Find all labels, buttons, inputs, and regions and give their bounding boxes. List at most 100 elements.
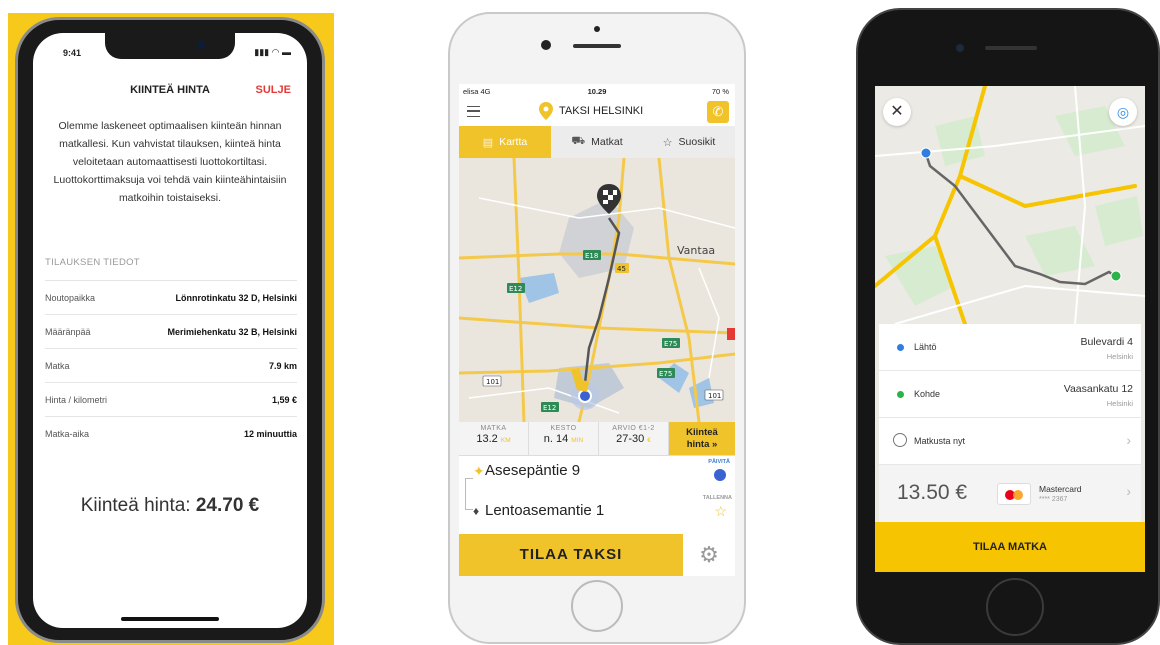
section-title: TILAUKSEN TIEDOT — [45, 257, 140, 268]
camera-icon — [541, 40, 551, 50]
detail-value: 7.9 km — [268, 360, 297, 371]
detail-label: Matka — [45, 360, 70, 371]
road-label-e12: E12 — [509, 285, 522, 293]
tab-label: Matkat — [591, 136, 623, 148]
tab-label: Suosikit — [678, 136, 716, 148]
chevron-right-icon: › — [1126, 432, 1131, 448]
tab-kartta[interactable]: ▤ Kartta — [459, 126, 551, 158]
destination-label: Kohde — [914, 389, 941, 399]
destination-dot-icon — [897, 391, 904, 398]
fixed-price-value: 24.70 € — [195, 495, 260, 516]
close-icon[interactable]: ✕ — [883, 98, 911, 126]
battery-label: 70 % — [711, 87, 729, 96]
save-label: TALLENNA — [702, 495, 732, 501]
fixed-price-button[interactable]: Kiinteä hinta » — [669, 422, 735, 455]
status-bar: elisa 4G 10.29 70 % — [459, 84, 735, 98]
location-pin-icon — [539, 102, 553, 120]
star-icon: ☆ — [662, 136, 673, 149]
wifi-icon: ◠ — [271, 47, 280, 57]
stat-label: MATKA — [480, 425, 507, 432]
phone1-screen: 9:41 ▮▮▮ ◠ ▬ KIINTEÄ HINTA SULJE Olemme … — [33, 33, 307, 628]
order-details-list: Noutopaikka Lönnrotinkatu 32 D, Helsinki … — [45, 280, 297, 450]
destination-pin-icon: ♦ — [473, 504, 480, 518]
route-map[interactable]: Vantaa E18 45 E12 E75 E75 101 101 E12 — [459, 158, 735, 422]
detail-value: 12 minuuttia — [243, 428, 297, 439]
signal-icon: ▮▮▮ — [254, 47, 270, 57]
stat-unit: KM — [500, 437, 511, 444]
stat-value: 13.2 — [476, 433, 498, 445]
route-map[interactable] — [875, 86, 1145, 324]
detail-row-distance: Matka 7.9 km — [45, 348, 297, 382]
road-label-e75-2: E75 — [659, 370, 672, 378]
detail-label: Noutopaikka — [45, 292, 96, 303]
route-addresses: ✦ Asesepäntie 9 ♦ Lentoasemantie 1 PÄIVI… — [459, 456, 735, 534]
refresh-label: PÄIVITÄ — [708, 459, 730, 465]
car-icon: ⛟ — [571, 135, 586, 147]
order-taxi-button[interactable]: TILAA TAKSI — [459, 534, 683, 576]
stat-estimate: ARVIO €1-2 27-30 € — [599, 422, 669, 455]
camera-icon — [197, 41, 205, 49]
save-favorite-icon[interactable]: ☆ — [714, 503, 727, 520]
speaker-icon — [573, 44, 621, 48]
trip-stats: MATKA 13.2 KM KESTO n. 14 MIN ARVIO €1-2… — [459, 422, 735, 456]
road-label-45: 45 — [617, 265, 626, 273]
destination-row[interactable]: Kohde Vaasankatu 12 Helsinki — [879, 371, 1141, 418]
road-label-e18: E18 — [585, 252, 598, 260]
pickup-label: Lähtö — [914, 342, 937, 352]
pickup-city: Helsinki — [1106, 352, 1133, 361]
destination-city: Helsinki — [1106, 399, 1133, 408]
destination-address: Vaasankatu 12 — [1063, 383, 1133, 395]
trip-price: 13.50 € — [897, 481, 968, 504]
mastercard-icon — [997, 483, 1031, 505]
refresh-location-button[interactable] — [714, 469, 726, 481]
close-button[interactable]: SULJE — [256, 84, 291, 96]
stat-distance: MATKA 13.2 KM — [459, 422, 529, 455]
detail-row-price-per-km: Hinta / kilometri 1,59 € — [45, 382, 297, 416]
detail-label: Matka-aika — [45, 428, 90, 439]
road-label-101: 101 — [486, 378, 499, 386]
home-button[interactable] — [986, 578, 1044, 636]
start-marker-icon — [920, 147, 932, 159]
pickup-person-icon: ✦ — [473, 463, 485, 479]
clock-icon — [893, 433, 907, 447]
stat-label: KESTO — [550, 425, 577, 432]
speaker-icon — [985, 46, 1037, 50]
order-trip-button[interactable]: TILAA MATKA — [875, 522, 1145, 572]
tab-matkat[interactable]: ⛟ Matkat — [551, 126, 643, 158]
phone-call-icon[interactable]: ✆ — [707, 101, 729, 123]
hamburger-menu-icon[interactable] — [467, 106, 480, 117]
tab-suosikit[interactable]: ☆ Suosikit — [643, 126, 735, 158]
home-indicator[interactable] — [121, 617, 219, 621]
card-name: Mastercard — [1039, 484, 1082, 494]
detail-value: Lönnrotinkatu 32 D, Helsinki — [175, 292, 297, 303]
app-title: TAKSI HELSINKI — [559, 105, 644, 117]
end-marker-icon — [1110, 270, 1122, 282]
fixed-price-line2: hinta » — [686, 439, 718, 450]
route-connector — [465, 478, 473, 510]
app-header: TAKSI HELSINKI ✆ — [459, 98, 735, 126]
time-label: Matkusta nyt — [914, 436, 966, 446]
stat-unit: € — [647, 437, 651, 444]
road-label-e75: E75 — [664, 340, 677, 348]
trip-card: Lähtö Bulevardi 4 Helsinki Kohde Vaasank… — [879, 324, 1141, 522]
detail-value: Merimiehenkatu 32 B, Helsinki — [167, 326, 297, 337]
stat-duration: KESTO n. 14 MIN — [529, 422, 599, 455]
payment-row[interactable]: 13.50 € Mastercard **** 2367 › — [879, 465, 1141, 522]
detail-label: Hinta / kilometri — [45, 394, 108, 405]
time-row[interactable]: Matkusta nyt › — [879, 418, 1141, 465]
detail-row-pickup: Noutopaikka Lönnrotinkatu 32 D, Helsinki — [45, 280, 297, 314]
phone2-screen: elisa 4G 10.29 70 % TAKSI HELSINKI ✆ ▤ Ka… — [459, 84, 735, 576]
detail-label: Määränpää — [45, 326, 91, 337]
home-button[interactable] — [571, 580, 623, 632]
my-location-icon[interactable]: ◎ — [1109, 98, 1137, 126]
stat-unit: MIN — [571, 437, 584, 444]
pickup-row[interactable]: Lähtö Bulevardi 4 Helsinki — [879, 324, 1141, 371]
detail-row-destination: Määränpää Merimiehenkatu 32 B, Helsinki — [45, 314, 297, 348]
fixed-price-label: Kiinteä hinta: — [80, 495, 191, 516]
phone1-notch — [105, 33, 235, 59]
status-time: 10.29 — [587, 87, 607, 96]
pickup-address[interactable]: Asesepäntie 9 — [485, 462, 580, 479]
destination-address[interactable]: Lentoasemantie 1 — [485, 502, 604, 519]
settings-gear-icon[interactable]: ⚙ — [683, 534, 735, 576]
sensor-icon — [594, 26, 600, 32]
